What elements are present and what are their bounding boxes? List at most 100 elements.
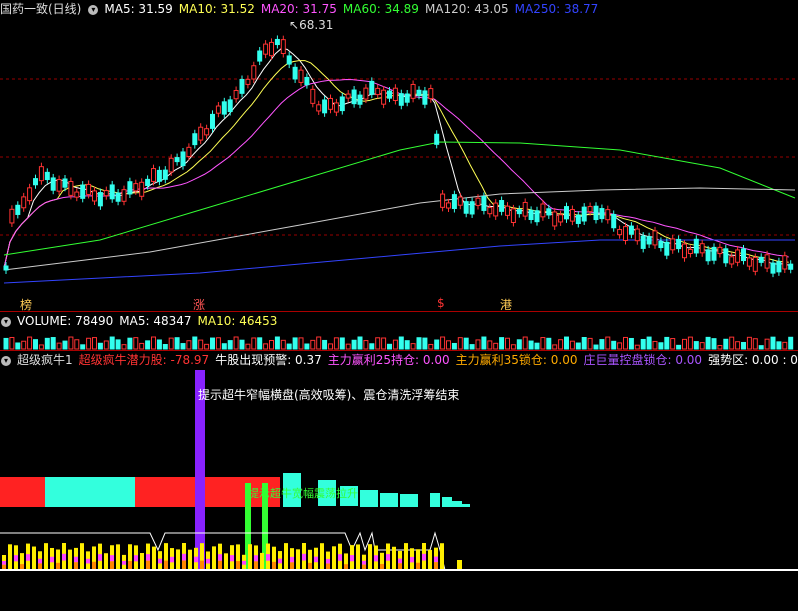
- stack-bar-yellow: [176, 549, 180, 570]
- volume-bar: [38, 344, 44, 350]
- marker-dollar[interactable]: $: [437, 296, 445, 310]
- candle-body: [375, 87, 381, 96]
- volume-bar: [646, 336, 652, 350]
- candle-body: [758, 256, 764, 263]
- volume-bar: [115, 339, 121, 350]
- candle-body: [664, 241, 670, 256]
- stack-bar-yellow: [332, 546, 336, 570]
- candle-body: [398, 93, 404, 106]
- volume-bar: [62, 340, 68, 350]
- volume-bar: [251, 337, 257, 350]
- volume-bar: [481, 336, 487, 350]
- stack-bar-orange: [416, 562, 420, 570]
- candle-body: [434, 133, 440, 145]
- volume-bar: [298, 337, 304, 350]
- candle-body: [587, 206, 593, 213]
- stack-bar-magenta: [362, 560, 366, 565]
- candle-body: [156, 169, 162, 182]
- candle-body: [251, 65, 257, 80]
- candle-body: [428, 88, 434, 100]
- volume-bar: [693, 341, 699, 350]
- stack-bar-orange: [92, 561, 96, 570]
- marker-gang[interactable]: 港: [500, 296, 512, 313]
- candle-body: [328, 97, 333, 110]
- stack-bar-magenta: [302, 553, 306, 561]
- volume-bar: [422, 337, 428, 350]
- candle-body: [481, 195, 487, 211]
- volume-bar: [381, 337, 387, 350]
- candle-body: [56, 179, 62, 192]
- candle-body: [74, 191, 80, 198]
- stack-bar-magenta: [290, 556, 294, 563]
- volume-bar: [357, 336, 363, 350]
- volume-bar: [687, 336, 693, 350]
- candle-body: [363, 87, 369, 100]
- stack-bar-yellow: [224, 553, 228, 570]
- stack-bar-magenta: [422, 553, 426, 561]
- volume-bar: [741, 341, 746, 350]
- volume-bar: [221, 343, 227, 350]
- candle-body: [97, 192, 103, 207]
- candle-body: [21, 196, 27, 209]
- candle-body: [239, 78, 245, 94]
- volume-bar: [776, 341, 782, 350]
- candle-body: [292, 66, 298, 80]
- stack-bar-orange: [146, 560, 150, 570]
- volume-bar: [505, 337, 510, 350]
- volume-bar: [634, 344, 640, 350]
- stack-bar-magenta: [398, 558, 402, 564]
- volume-bar: [351, 339, 357, 350]
- marker-bang[interactable]: 榜: [20, 296, 32, 313]
- volume-bar: [50, 337, 56, 350]
- volume-bar: [623, 336, 628, 350]
- stack-bar-orange: [254, 561, 258, 570]
- volume-bar: [286, 343, 292, 350]
- stack-bar-orange: [200, 560, 204, 570]
- candle-body: [505, 205, 510, 216]
- stack-bar-magenta: [38, 558, 42, 564]
- candle-body: [752, 256, 758, 272]
- volume-bar: [392, 339, 398, 350]
- stack-bar-magenta: [410, 556, 414, 563]
- candle-body: [215, 105, 221, 114]
- stack-bar-magenta: [194, 556, 198, 563]
- candle-body: [33, 178, 38, 186]
- volume-bar: [44, 337, 50, 350]
- volume-bar: [3, 337, 9, 350]
- candle-body: [640, 235, 646, 249]
- stack-bar-magenta: [242, 560, 246, 565]
- candle-body: [493, 202, 499, 217]
- candle-body: [310, 88, 316, 104]
- stack-bar-orange: [308, 562, 312, 570]
- volume-bar: [516, 339, 522, 350]
- candle-body: [298, 69, 304, 83]
- candle-body: [729, 256, 735, 265]
- marker-zhang[interactable]: 涨: [193, 296, 205, 313]
- chart-canvas[interactable]: [0, 0, 798, 611]
- candle-body: [422, 90, 428, 105]
- stack-bar-orange: [236, 561, 240, 570]
- indicator-step-cyan-5: [380, 493, 398, 507]
- volume-bar: [151, 336, 156, 350]
- volume-bar: [210, 337, 215, 350]
- candle-body: [92, 190, 97, 202]
- volume-bar: [451, 342, 457, 350]
- volume-bar: [670, 338, 676, 350]
- volume-bar: [97, 342, 103, 350]
- candle-body: [782, 255, 788, 270]
- candle-body: [357, 94, 363, 105]
- volume-bar: [652, 340, 658, 350]
- volume-bar: [587, 337, 593, 350]
- volume-bar: [463, 337, 469, 350]
- candle-body: [186, 146, 192, 157]
- candle-body: [62, 178, 68, 188]
- volume-bar: [180, 343, 186, 350]
- volume-bar: [162, 344, 168, 350]
- stack-bar-orange: [74, 562, 78, 570]
- volume-bar: [233, 336, 239, 350]
- candle-body: [198, 126, 204, 141]
- stack-bar-orange: [164, 560, 168, 570]
- candle-body: [451, 194, 457, 209]
- stack-bar-magenta: [98, 554, 102, 561]
- volume-bar: [263, 343, 269, 350]
